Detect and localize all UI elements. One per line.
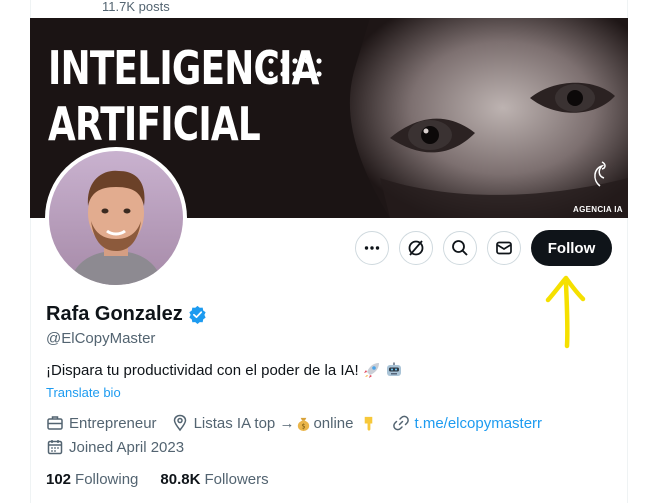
more-button[interactable] (355, 231, 389, 265)
location-text-prefix: Listas IA top → (193, 414, 295, 432)
follow-stats: 102 Following 80.8K Followers (46, 471, 291, 488)
grok-icon (408, 240, 424, 256)
banner-face-illustration (330, 18, 628, 218)
robot-emoji-icon (386, 362, 401, 376)
more-icon (364, 246, 380, 250)
follow-button[interactable]: Follow (531, 230, 612, 266)
search-button[interactable] (443, 231, 477, 265)
following-count: 102 (46, 471, 72, 488)
search-icon (452, 240, 468, 256)
display-name: Rafa Gonzalez (46, 303, 183, 325)
avatar-photo (49, 151, 183, 285)
pointing-down-emoji-icon (364, 416, 372, 431)
bio-text: ¡Dispara tu productividad con el poder d… (46, 361, 359, 379)
grok-button[interactable] (399, 231, 433, 265)
following-label: Following (75, 471, 139, 488)
message-button[interactable] (487, 231, 521, 265)
annotation-arrow-icon (545, 275, 586, 349)
followers-label: Followers (204, 471, 269, 488)
occupation: Entrepreneur (46, 414, 157, 432)
bio: ¡Dispara tu productividad con el poder d… (46, 361, 403, 379)
svg-text:$: $ (302, 422, 306, 430)
money-bag-emoji-icon: $ (298, 417, 310, 431)
location-text-suffix: online (313, 414, 354, 432)
following-link[interactable]: 102 Following (46, 471, 138, 488)
occupation-text: Entrepreneur (69, 414, 157, 432)
calendar-icon (47, 440, 63, 455)
verified-badge-icon[interactable] (188, 305, 207, 324)
rocket-emoji-icon (363, 363, 379, 378)
location-pin-icon (173, 414, 186, 432)
join-date-text: Joined April 2023 (69, 438, 185, 456)
website[interactable]: t.me/elcopymasterr (392, 414, 543, 432)
join-date-row: Joined April 2023 (46, 438, 198, 456)
profile-meta-row: Entrepreneur Listas IA top → $ online t.… (46, 414, 556, 432)
posts-count: 11.7K posts (102, 0, 170, 14)
followers-count: 80.8K (160, 471, 201, 488)
website-link[interactable]: t.me/elcopymasterr (415, 415, 543, 432)
banner-dots-decoration (268, 58, 322, 77)
link-icon (392, 415, 409, 431)
banner-logo-text: AGENCIA IA (573, 205, 623, 214)
banner-title-line2: ARTIFICIAL (48, 97, 261, 151)
briefcase-icon (47, 416, 63, 430)
handle: @ElCopyMaster (46, 330, 156, 347)
avatar[interactable] (45, 147, 187, 289)
mail-icon (496, 241, 512, 255)
join-date: Joined April 2023 (46, 438, 184, 456)
name-row: Rafa Gonzalez (46, 302, 207, 326)
followers-link[interactable]: 80.8K Followers (160, 471, 268, 488)
translate-bio-link[interactable]: Translate bio (46, 385, 121, 400)
location: Listas IA top → $ online (171, 414, 378, 432)
banner-logo-icon (594, 161, 606, 187)
